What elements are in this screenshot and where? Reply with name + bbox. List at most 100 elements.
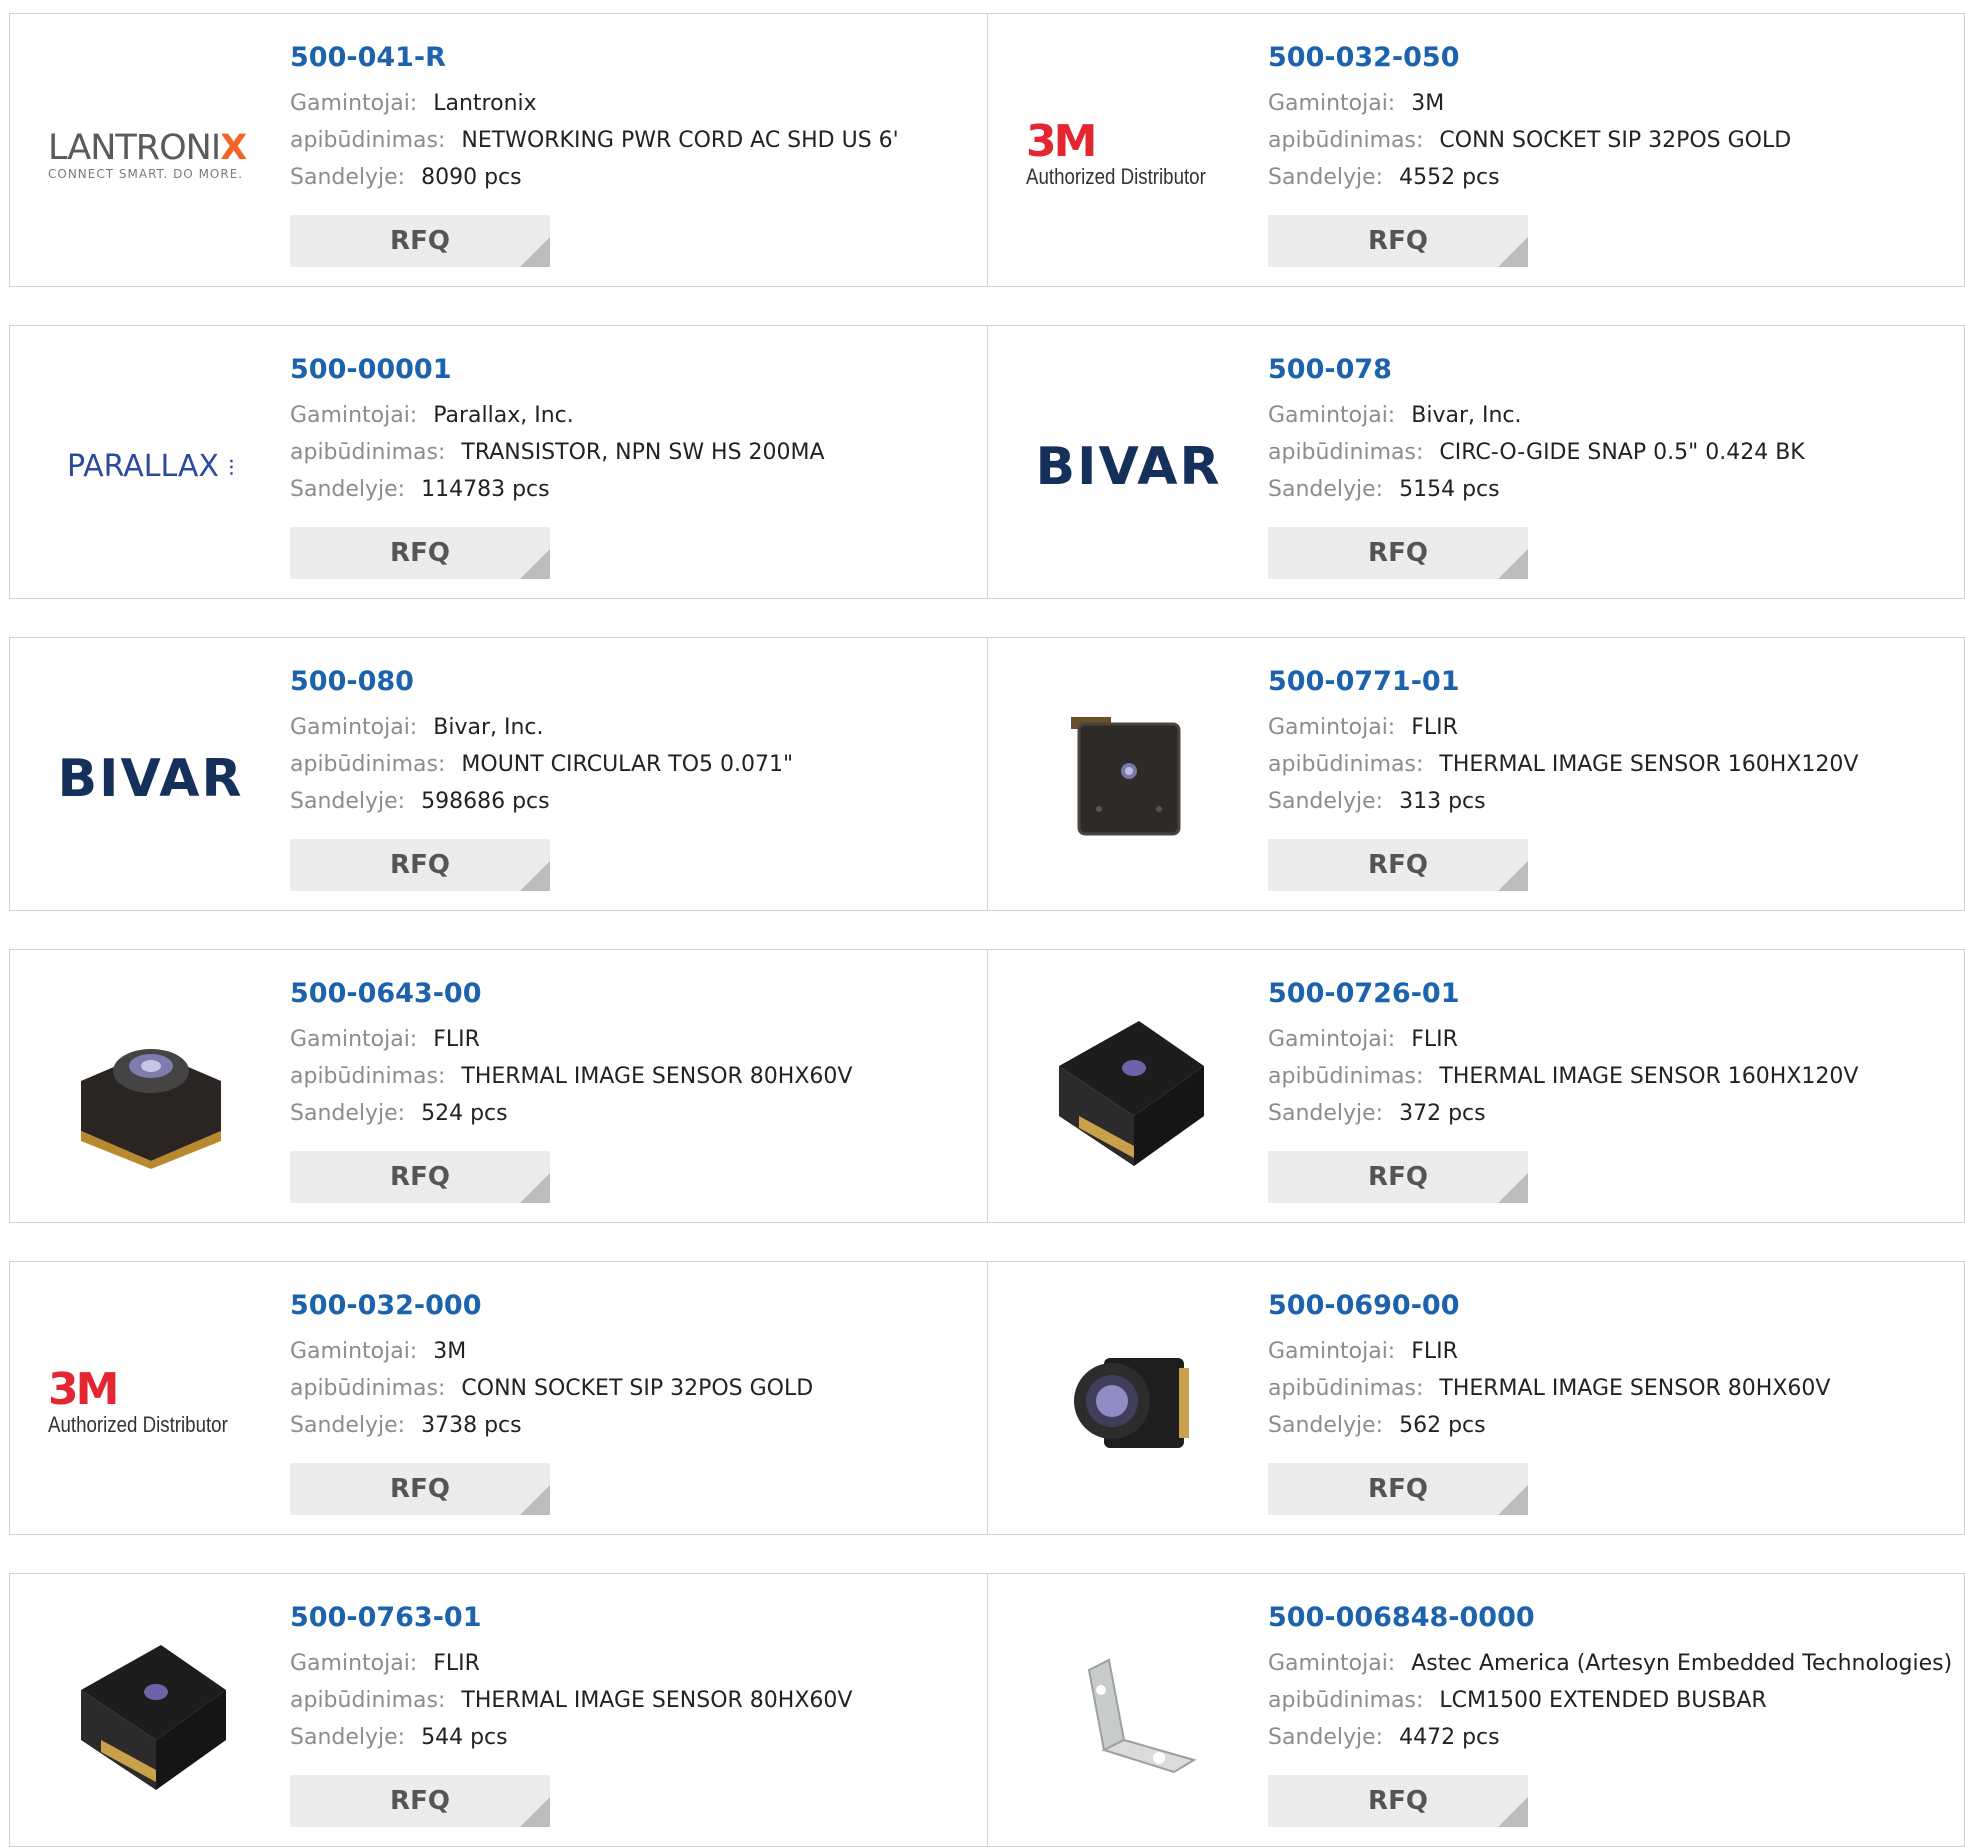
stock-row: Sandelyje: 372 pcs (1268, 1095, 1954, 1132)
stock-label: Sandelyje: (1268, 1413, 1384, 1438)
product-info: 500-00001 Gamintojai: Parallax, Inc. apib… (290, 353, 977, 508)
part-number-link[interactable]: 500-0763-01 (290, 1601, 977, 1635)
manufacturer-label: Gamintojai: (1268, 715, 1396, 740)
part-number-link[interactable]: 500-078 (1268, 353, 1954, 387)
thermal-sensor-image (1058, 1020, 1204, 1166)
manufacturer-row: Gamintojai: Bivar, Inc. (290, 709, 977, 746)
description-label: apibūdinimas: (1268, 128, 1424, 153)
rfq-button[interactable]: RFQ (290, 1775, 550, 1827)
product-info: 500-032-050 Gamintojai: 3M apibūdinimas: C… (1268, 41, 1954, 196)
description-row: apibūdinimas: THERMAL IMAGE SENSOR 80HX60… (290, 1058, 977, 1095)
product-thumbnail[interactable] (1026, 1612, 1231, 1817)
rfq-button[interactable]: RFQ (290, 1151, 550, 1203)
rfq-button[interactable]: RFQ (1268, 215, 1528, 267)
lantronix-logo: LANTRONIX CONNECT SMART. DO MORE. (48, 127, 247, 181)
manufacturer-row: Gamintojai: FLIR (290, 1645, 977, 1682)
thermal-sensor-image (1073, 1357, 1189, 1448)
manufacturer-value: Lantronix (433, 91, 537, 116)
rfq-label: RFQ (1368, 538, 1428, 568)
product-info: 500-0726-01 Gamintojai: FLIR apibūdinimas… (1268, 977, 1954, 1132)
part-number-link[interactable]: 500-0726-01 (1268, 977, 1954, 1011)
product-thumbnail[interactable]: 3M Authorized Distributor (48, 1300, 253, 1505)
product-info: 500-0763-01 Gamintojai: FLIR apibūdinimas… (290, 1601, 977, 1756)
rfq-label: RFQ (1368, 226, 1428, 256)
product-card: 500-006848-0000 Gamintojai: Astec America… (988, 1573, 1965, 1847)
manufacturer-value: 3M (1411, 91, 1445, 116)
part-number-link[interactable]: 500-0771-01 (1268, 665, 1954, 699)
rfq-button[interactable]: RFQ (1268, 1775, 1528, 1827)
part-number-link[interactable]: 500-00001 (290, 353, 977, 387)
stock-value: 8090 pcs (421, 165, 522, 190)
manufacturer-row: Gamintojai: 3M (1268, 85, 1954, 122)
stock-label: Sandelyje: (290, 789, 406, 814)
description-label: apibūdinimas: (290, 1376, 446, 1401)
part-number-link[interactable]: 500-006848-0000 (1268, 1601, 1954, 1635)
part-number-link[interactable]: 500-0690-00 (1268, 1289, 1954, 1323)
thermal-sensor-image (1070, 716, 1180, 835)
bivar-logo: BIVAR (57, 748, 244, 809)
rfq-button[interactable]: RFQ (1268, 1151, 1528, 1203)
corner-decoration (1498, 237, 1528, 267)
description-value: NETWORKING PWR CORD AC SHD US 6' (461, 128, 899, 153)
manufacturer-value: Bivar, Inc. (1411, 403, 1522, 428)
manufacturer-value: FLIR (433, 1651, 480, 1676)
product-card: PARALLAX ⫶ 500-00001 Gamintojai: Parallax… (9, 325, 988, 599)
stock-row: Sandelyje: 114783 pcs (290, 471, 977, 508)
product-info: 500-0690-00 Gamintojai: FLIR apibūdinimas… (1268, 1289, 1954, 1444)
corner-decoration (520, 1797, 550, 1827)
manufacturer-label: Gamintojai: (1268, 403, 1396, 428)
busbar-image (1087, 1658, 1196, 1773)
description-row: apibūdinimas: THERMAL IMAGE SENSOR 80HX60… (290, 1682, 977, 1719)
part-number-link[interactable]: 500-0643-00 (290, 977, 977, 1011)
product-thumbnail[interactable] (48, 1612, 253, 1817)
rfq-button[interactable]: RFQ (1268, 839, 1528, 891)
description-label: apibūdinimas: (1268, 1064, 1424, 1089)
part-number-link[interactable]: 500-080 (290, 665, 977, 699)
3m-logo: 3M Authorized Distributor (48, 1363, 228, 1437)
rfq-button[interactable]: RFQ (290, 527, 550, 579)
rfq-label: RFQ (390, 1474, 450, 1504)
part-number-link[interactable]: 500-041-R (290, 41, 977, 75)
product-thumbnail[interactable] (48, 988, 253, 1193)
product-thumbnail[interactable]: LANTRONIX CONNECT SMART. DO MORE. (48, 52, 253, 257)
stock-label: Sandelyje: (1268, 477, 1384, 502)
rfq-button[interactable]: RFQ (290, 215, 550, 267)
bivar-logo: BIVAR (1035, 436, 1222, 497)
description-row: apibūdinimas: TRANSISTOR, NPN SW HS 200MA (290, 434, 977, 471)
product-grid: LANTRONIX CONNECT SMART. DO MORE. 500-04… (9, 13, 1965, 1847)
manufacturer-label: Gamintojai: (1268, 1651, 1396, 1676)
corner-decoration (1498, 1173, 1528, 1203)
manufacturer-row: Gamintojai: 3M (290, 1333, 977, 1370)
description-value: THERMAL IMAGE SENSOR 160HX120V (1439, 1064, 1859, 1089)
product-info: 500-032-000 Gamintojai: 3M apibūdinimas: C… (290, 1289, 977, 1444)
corner-decoration (1498, 861, 1528, 891)
corner-decoration (1498, 1485, 1528, 1515)
product-thumbnail[interactable]: 3M Authorized Distributor (1026, 52, 1231, 257)
product-thumbnail[interactable]: BIVAR (1026, 364, 1231, 569)
description-value: THERMAL IMAGE SENSOR 80HX60V (461, 1688, 853, 1713)
description-row: apibūdinimas: LCM1500 EXTENDED BUSBAR (1268, 1682, 1954, 1719)
rfq-button[interactable]: RFQ (290, 1463, 550, 1515)
corner-decoration (520, 1173, 550, 1203)
product-thumbnail[interactable]: PARALLAX ⫶ (48, 364, 253, 569)
rfq-label: RFQ (1368, 850, 1428, 880)
product-thumbnail[interactable] (1026, 1300, 1231, 1505)
part-number-link[interactable]: 500-032-000 (290, 1289, 977, 1323)
description-row: apibūdinimas: THERMAL IMAGE SENSOR 80HX60… (1268, 1370, 1954, 1407)
product-info: 500-041-R Gamintojai: Lantronix apibūdini… (290, 41, 977, 196)
manufacturer-row: Gamintojai: Parallax, Inc. (290, 397, 977, 434)
product-thumbnail[interactable]: BIVAR (48, 676, 253, 881)
manufacturer-label: Gamintojai: (290, 403, 418, 428)
part-number-link[interactable]: 500-032-050 (1268, 41, 1954, 75)
corner-decoration (520, 1485, 550, 1515)
manufacturer-label: Gamintojai: (290, 715, 418, 740)
product-card: 500-0690-00 Gamintojai: FLIR apibūdinimas… (988, 1261, 1965, 1535)
rfq-button[interactable]: RFQ (1268, 527, 1528, 579)
thermal-sensor-image (80, 1048, 221, 1169)
product-thumbnail[interactable] (1026, 988, 1231, 1193)
rfq-label: RFQ (1368, 1162, 1428, 1192)
product-thumbnail[interactable] (1026, 676, 1231, 881)
rfq-button[interactable]: RFQ (1268, 1463, 1528, 1515)
rfq-button[interactable]: RFQ (290, 839, 550, 891)
stock-row: Sandelyje: 544 pcs (290, 1719, 977, 1756)
